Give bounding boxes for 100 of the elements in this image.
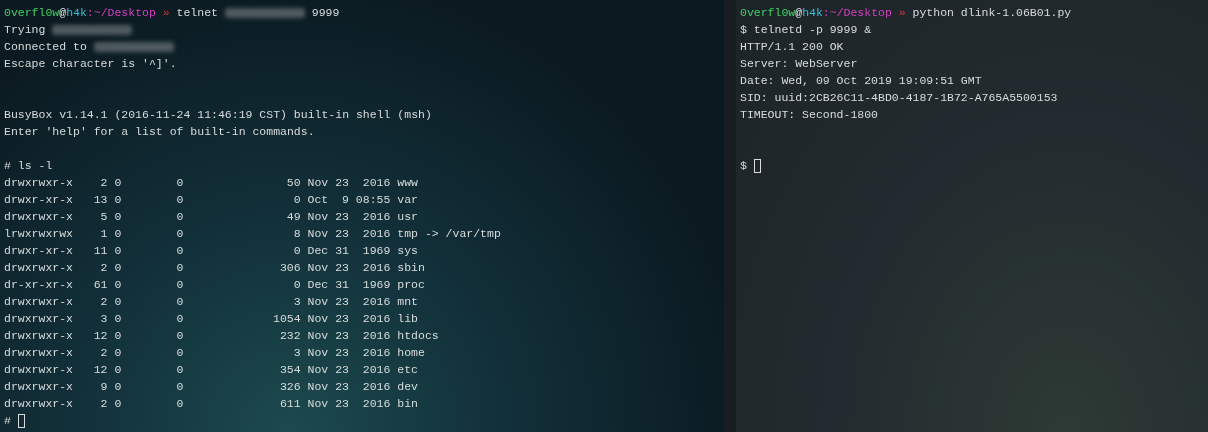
- file-size: 0: [292, 277, 301, 293]
- link-count: 61: [92, 277, 108, 293]
- output-text: Server: WebServer: [740, 56, 858, 72]
- file-name: lib: [397, 311, 418, 327]
- file-date: Oct 9 08:55: [307, 192, 391, 208]
- file-owner: 0: [114, 345, 123, 361]
- file-size: 50: [285, 175, 301, 191]
- file-permissions: drwxrwxr-x: [4, 209, 73, 225]
- file-size: 232: [278, 328, 301, 344]
- file-date: Nov 23 2016: [307, 209, 391, 225]
- file-date: Nov 23 2016: [307, 175, 391, 191]
- file-name: mnt: [397, 294, 418, 310]
- link-count: 12: [92, 362, 108, 378]
- text-cursor: [753, 158, 761, 173]
- file-date: Nov 23 2016: [307, 260, 391, 276]
- file-name: tmp -> /var/tmp: [397, 226, 501, 242]
- link-count: 11: [92, 243, 108, 259]
- file-size: 1054: [272, 311, 301, 327]
- file-size: 3: [292, 345, 301, 361]
- file-owner: 0: [114, 243, 123, 259]
- output-text: HTTP/1.1 200 OK: [740, 39, 844, 55]
- file-permissions: drwxrwxr-x: [4, 175, 73, 191]
- link-count: 9: [99, 379, 108, 395]
- file-name: proc: [397, 277, 425, 293]
- file-permissions: drwxrwxr-x: [4, 328, 73, 344]
- file-name: sys: [397, 243, 418, 259]
- file-group: 0: [176, 191, 232, 208]
- file-size: 354: [278, 362, 301, 378]
- file-permissions: drwxrwxr-x: [4, 294, 73, 310]
- file-name: bin: [397, 396, 418, 412]
- file-name: htdocs: [397, 328, 439, 344]
- output-text: TIMEOUT: Second-1800: [740, 107, 879, 123]
- prompt-at: @: [59, 5, 67, 21]
- file-size: 0: [292, 192, 301, 208]
- prompt-host: h4k: [802, 5, 823, 21]
- file-owner: 0: [114, 362, 123, 378]
- prompt-arrow: »: [898, 5, 906, 21]
- file-permissions: drwxrwxr-x: [4, 311, 73, 327]
- file-size: 0: [292, 243, 301, 259]
- file-date: Nov 23 2016: [307, 328, 391, 344]
- file-group: 0: [176, 344, 232, 361]
- link-count: 2: [99, 294, 108, 310]
- file-group: 0: [176, 327, 232, 344]
- output-text: Escape character is '^]'.: [4, 56, 177, 72]
- file-name: www: [397, 175, 418, 191]
- link-count: 5: [99, 209, 108, 225]
- file-name: home: [397, 345, 425, 361]
- file-date: Nov 23 2016: [307, 226, 391, 242]
- text-cursor: [17, 413, 25, 428]
- file-group: 0: [176, 174, 232, 191]
- output-text: # ls -l: [4, 158, 53, 174]
- file-permissions: drwxrwxr-x: [4, 362, 73, 378]
- file-date: Dec 31 1969: [307, 277, 391, 293]
- prompt-at: @: [795, 5, 803, 21]
- shell-prompt: $: [740, 158, 747, 174]
- file-owner: 0: [114, 260, 123, 276]
- command-text: telnet: [176, 5, 218, 21]
- file-date: Nov 23 2016: [307, 311, 391, 327]
- file-owner: 0: [114, 192, 123, 208]
- file-owner: 0: [114, 277, 123, 293]
- file-size: 3: [292, 294, 301, 310]
- file-permissions: drwxr-xr-x: [4, 243, 73, 259]
- file-group: 0: [176, 293, 232, 310]
- prompt-path: :~/Desktop: [822, 5, 892, 21]
- file-size: 8: [292, 226, 301, 242]
- file-owner: 0: [114, 209, 123, 225]
- file-owner: 0: [114, 226, 123, 242]
- file-date: Nov 23 2016: [307, 379, 391, 395]
- file-group: 0: [176, 310, 232, 327]
- link-count: 12: [92, 328, 108, 344]
- file-owner: 0: [114, 175, 123, 191]
- file-date: Nov 23 2016: [307, 396, 391, 412]
- file-name: dev: [397, 379, 418, 395]
- file-permissions: drwxr-xr-x: [4, 192, 73, 208]
- link-count: 13: [92, 192, 108, 208]
- file-date: Nov 23 2016: [307, 294, 391, 310]
- file-group: 0: [176, 208, 232, 225]
- file-permissions: drwxrwxr-x: [4, 260, 73, 276]
- file-permissions: drwxrwxr-x: [4, 379, 73, 395]
- file-permissions: drwxrwxr-x: [4, 345, 73, 361]
- prompt-user: 0verfl0w: [740, 5, 796, 21]
- file-group: 0: [176, 242, 232, 259]
- file-name: usr: [397, 209, 418, 225]
- file-name: etc: [397, 362, 418, 378]
- file-date: Nov 23 2016: [307, 345, 391, 361]
- prompt-path: :~/Desktop: [86, 5, 156, 21]
- file-permissions: drwxrwxr-x: [4, 396, 73, 412]
- file-group: 0: [176, 361, 232, 378]
- output-text: Date: Wed, 09 Oct 2019 19:09:51 GMT: [740, 73, 982, 89]
- file-size: 306: [278, 260, 301, 276]
- file-permissions: lrwxrwxrwx: [4, 226, 73, 242]
- output-text: $ telnetd -p 9999 &: [740, 22, 872, 38]
- output-text: Connected to: [4, 39, 87, 55]
- file-owner: 0: [114, 328, 123, 344]
- file-size: 326: [278, 379, 301, 395]
- command-text: 9999: [311, 5, 340, 21]
- shell-prompt: #: [4, 413, 11, 429]
- file-owner: 0: [114, 379, 123, 395]
- file-owner: 0: [114, 396, 123, 412]
- link-count: 1: [99, 226, 108, 242]
